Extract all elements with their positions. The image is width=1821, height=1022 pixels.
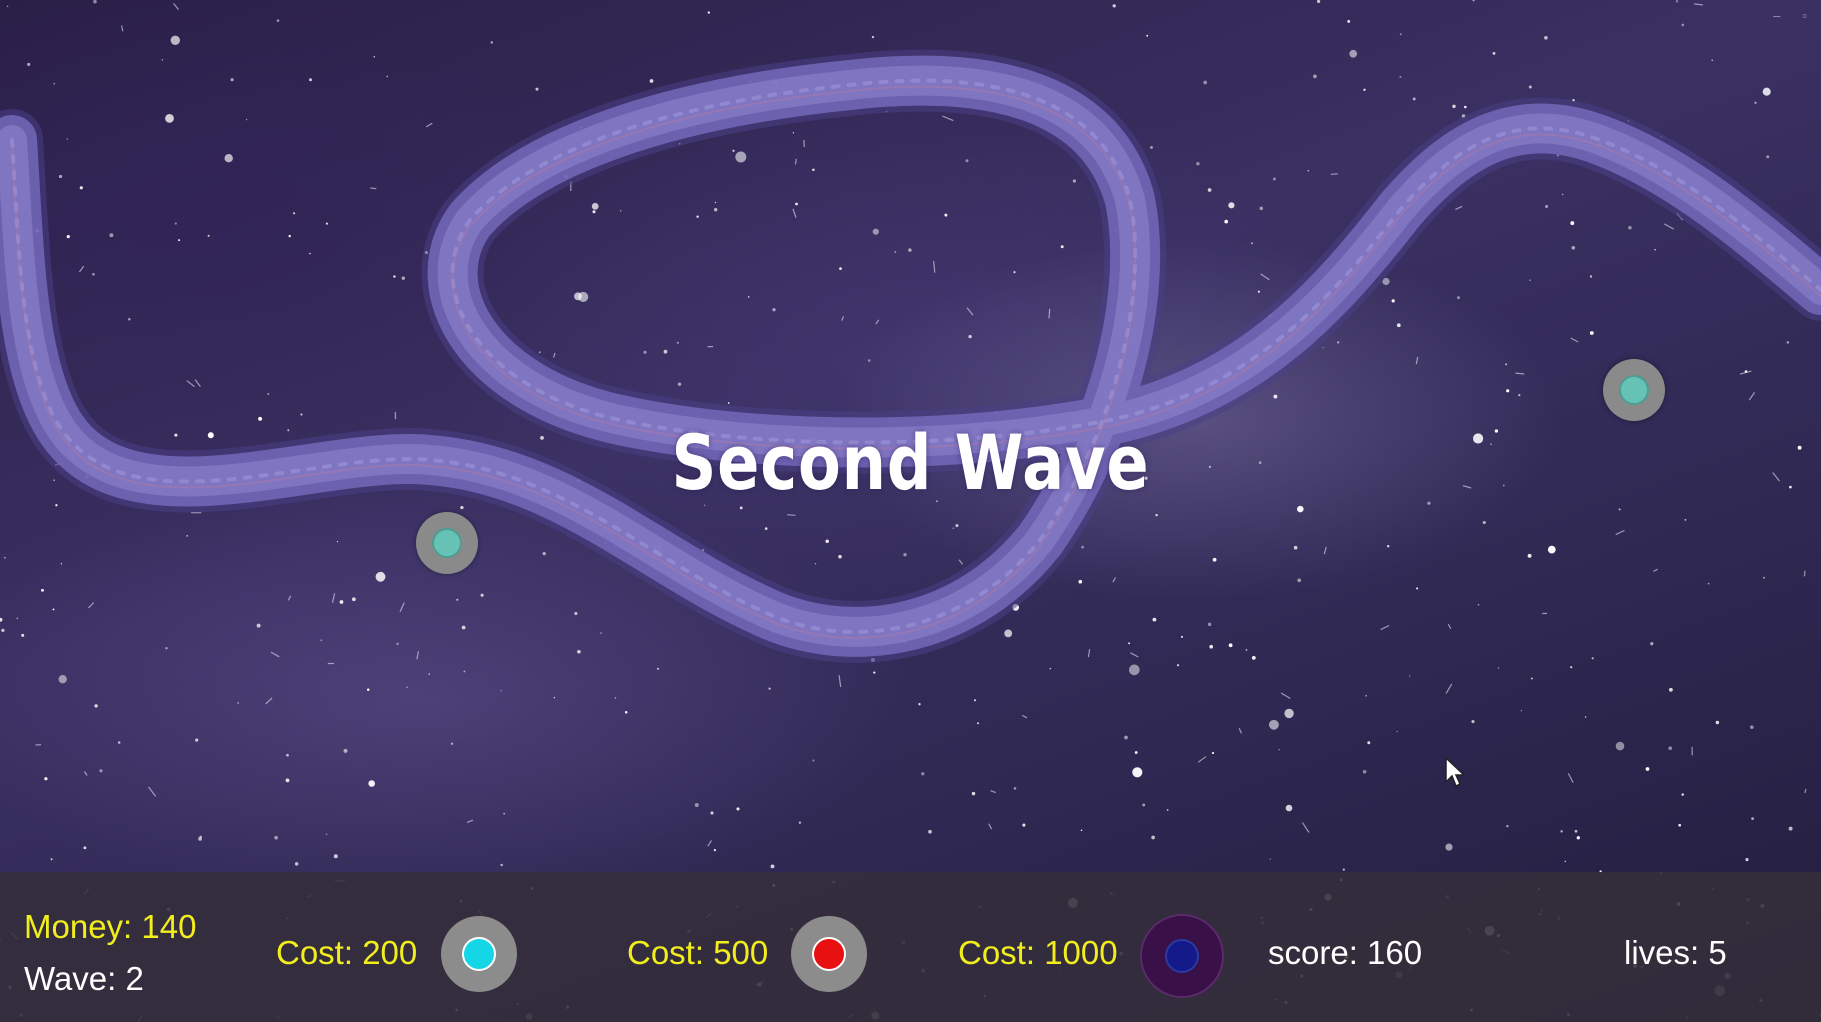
shop-cost-label: Cost: 500: [627, 934, 769, 971]
score-label: score: 160: [1268, 934, 1423, 971]
buy-red-tower-button[interactable]: [791, 916, 867, 992]
cyan-tower-icon: [462, 937, 496, 971]
shop-cost-label: Cost: 200: [276, 934, 418, 971]
mouse-cursor-icon: [1445, 756, 1466, 788]
red-tower-icon: [812, 937, 846, 971]
tower-core-icon: [432, 528, 462, 558]
buy-blue-tower-button[interactable]: [1140, 914, 1224, 998]
buy-cyan-tower-button[interactable]: [441, 916, 517, 992]
money-label: Money: 140: [24, 908, 197, 945]
wave-banner: Second Wave: [671, 418, 1150, 507]
shop-cost-label: Cost: 1000: [958, 934, 1118, 971]
maximize-icon[interactable]: ▫: [1802, 8, 1807, 23]
enemy-track: [0, 49, 1821, 663]
lives-label: lives: 5: [1624, 934, 1727, 971]
placed-tower-cyan[interactable]: [1603, 359, 1665, 421]
blue-tower-icon: [1165, 939, 1199, 973]
tower-core-icon: [1619, 375, 1649, 405]
window-controls: – ▫: [1773, 8, 1807, 23]
placed-tower-cyan[interactable]: [416, 512, 478, 574]
minimize-icon[interactable]: –: [1773, 8, 1780, 23]
game-canvas[interactable]: – ▫ Second Wave Money: 140 Wave: 2 Cost:…: [0, 0, 1821, 1022]
wave-label: Wave: 2: [24, 960, 144, 997]
bottom-hud: Money: 140 Wave: 2 Cost: 200 Cost: 500 C…: [0, 872, 1821, 1022]
